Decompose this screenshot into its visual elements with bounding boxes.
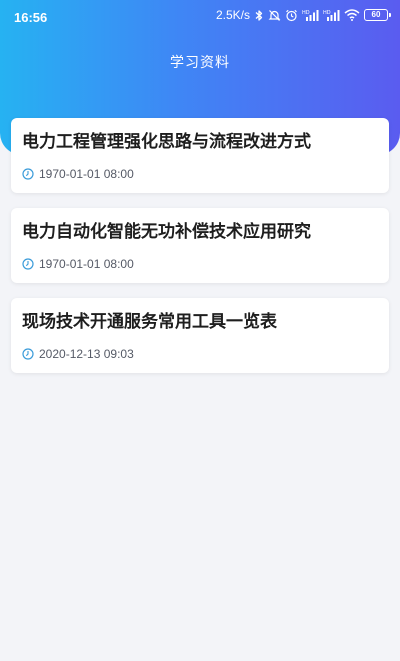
- item-title: 电力自动化智能无功补偿技术应用研究: [22, 222, 311, 242]
- bluetooth-icon: [255, 9, 263, 21]
- status-time: 16:56: [14, 10, 48, 25]
- network-speed: 2.5K/s: [215, 8, 250, 22]
- material-list: 电力工程管理强化思路与流程改进方式 1970-01-01 08:00 电力自动化…: [11, 118, 389, 388]
- clock-icon: [22, 168, 34, 180]
- item-meta: 1970-01-01 08:00: [22, 257, 134, 271]
- battery-icon: 60: [364, 9, 391, 21]
- item-meta: 2020-12-13 09:03: [22, 347, 134, 361]
- list-item[interactable]: 电力自动化智能无功补偿技术应用研究 1970-01-01 08:00: [11, 208, 389, 283]
- svg-text:HD: HD: [323, 10, 331, 16]
- item-meta: 1970-01-01 08:00: [22, 167, 134, 181]
- item-date: 1970-01-01 08:00: [39, 167, 134, 181]
- svg-text:HD: HD: [302, 10, 310, 16]
- status-icons: 2.5K/s HD HD 60: [215, 8, 391, 22]
- list-item[interactable]: 电力工程管理强化思路与流程改进方式 1970-01-01 08:00: [11, 118, 389, 193]
- item-date: 1970-01-01 08:00: [39, 257, 134, 271]
- mute-bell-icon: [268, 9, 281, 21]
- clock-icon: [22, 258, 34, 270]
- wifi-icon: [344, 9, 360, 21]
- clock-icon: [22, 348, 34, 360]
- battery-level: 60: [371, 10, 381, 19]
- hd-signal-icon-1: HD: [302, 10, 319, 21]
- hd-signal-icon-2: HD: [323, 10, 340, 21]
- item-date: 2020-12-13 09:03: [39, 347, 134, 361]
- status-bar: 16:56 2.5K/s HD HD 60: [0, 0, 400, 34]
- page-title: 学习资料: [170, 55, 230, 71]
- alarm-icon: [286, 9, 297, 21]
- item-title: 电力工程管理强化思路与流程改进方式: [22, 132, 311, 152]
- list-item[interactable]: 现场技术开通服务常用工具一览表 2020-12-13 09:03: [11, 298, 389, 373]
- item-title: 现场技术开通服务常用工具一览表: [22, 312, 277, 332]
